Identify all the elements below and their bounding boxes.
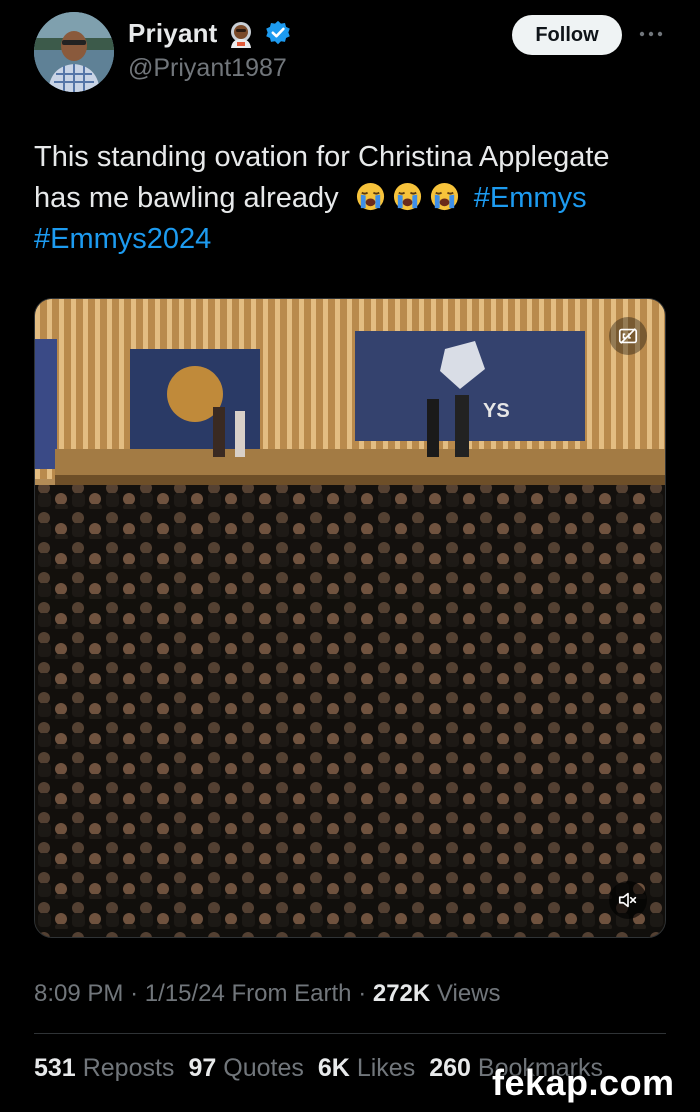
video-player[interactable]: YS — [34, 298, 666, 938]
avatar[interactable] — [34, 12, 114, 92]
reposts-stat[interactable]: 531 Reposts — [34, 1054, 174, 1083]
divider — [34, 1033, 666, 1034]
likes-stat[interactable]: 6K Likes — [318, 1054, 415, 1083]
loudly-crying-face-icon — [355, 181, 386, 212]
likes-count: 6K — [317, 1054, 350, 1082]
quotes-count: 97 — [188, 1054, 217, 1082]
views-count: 272K — [372, 980, 431, 1007]
watermark: fekap.com — [492, 1062, 675, 1103]
author-handle[interactable]: @Priyant1987 — [128, 54, 287, 83]
meta-separator: · — [358, 980, 373, 1007]
display-name[interactable]: Priyant — [128, 18, 218, 49]
hashtag-emmys2024[interactable]: #Emmys2024 — [34, 223, 211, 255]
follow-button[interactable]: Follow — [512, 15, 622, 55]
tweet-text: This standing ovation for Christina Appl… — [34, 137, 674, 260]
bookmarks-count: 260 — [429, 1054, 471, 1082]
tweet-text-line-2: has me bawling already #Emmys — [34, 178, 674, 219]
quotes-label: Quotes — [223, 1054, 304, 1082]
screen-text: YS — [483, 400, 510, 422]
tweet-time[interactable]: 8:09 PM — [34, 980, 123, 1007]
tweet-location: From Earth — [231, 980, 352, 1007]
meta-separator: · — [130, 980, 145, 1007]
tweet-date[interactable]: 1/15/24 — [145, 980, 225, 1007]
reposts-label: Reposts — [82, 1054, 175, 1082]
views-label: Views — [436, 980, 501, 1007]
hashtag-emmys[interactable]: #Emmys — [474, 182, 587, 214]
tweet-text-line-2-text: has me bawling already — [34, 182, 339, 214]
likes-label: Likes — [356, 1054, 416, 1082]
verified-badge-icon — [264, 19, 294, 49]
video-frame: YS — [35, 299, 665, 937]
muted-speaker-icon[interactable] — [609, 881, 647, 919]
tweet-text-line-1: This standing ovation for Christina Appl… — [34, 141, 610, 173]
astronaut-emoji-icon — [226, 19, 256, 49]
more-icon[interactable] — [636, 24, 666, 44]
loudly-crying-face-icon — [392, 181, 423, 212]
tweet-meta: 8:09 PM · 1/15/24 From Earth · 272K View… — [34, 980, 501, 1008]
quotes-stat[interactable]: 97 Quotes — [188, 1054, 303, 1083]
loudly-crying-face-icon — [429, 181, 460, 212]
reposts-count: 531 — [34, 1054, 76, 1082]
tweet-text-line-3: #Emmys2024 — [34, 219, 674, 260]
captions-off-icon[interactable] — [609, 317, 647, 355]
